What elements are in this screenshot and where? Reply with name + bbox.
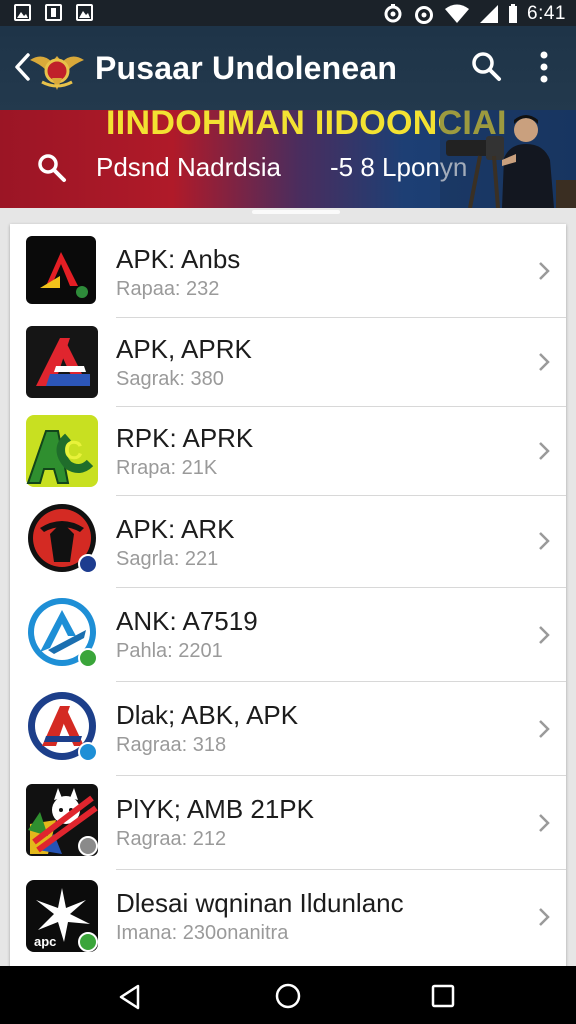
photographer-image bbox=[440, 110, 576, 208]
app-meta: Imana: 230onanitra bbox=[116, 922, 289, 944]
app-bar: Pusaar Undolenean bbox=[0, 26, 576, 110]
app-name: PlYK; AMB 21PK bbox=[116, 794, 314, 824]
status-bar: 6:41 bbox=[0, 0, 576, 26]
app-meta: Pahla: 2201 bbox=[116, 640, 223, 662]
image-notification-icon bbox=[14, 4, 31, 21]
chevron-right-icon bbox=[539, 908, 550, 926]
list-item[interactable]: apc Dlesai wqninan Ildunlanc Imana: 230o… bbox=[10, 870, 566, 968]
app-name: RPK: APRK bbox=[116, 423, 254, 453]
app-icon-ac-logo: C bbox=[26, 415, 98, 487]
app-meta: Sagrla: 221 bbox=[116, 548, 219, 570]
alarm-icon bbox=[415, 6, 434, 24]
signal-icon bbox=[480, 5, 499, 23]
nav-recents-icon[interactable] bbox=[430, 983, 456, 1009]
svg-text:apc: apc bbox=[34, 934, 56, 949]
app-icon-red-circle-logo bbox=[28, 504, 98, 574]
app-name: ANK: A7519 bbox=[116, 606, 258, 636]
app-meta: Sagrak: 380 bbox=[116, 368, 224, 390]
promo-banner[interactable]: IINDOHMAN IIDOONCIAI Pdsnd Nadrdsia -5 8… bbox=[0, 110, 576, 208]
app-icon-red-blue-a-logo bbox=[28, 692, 98, 762]
chevron-right-icon bbox=[539, 720, 550, 738]
app-meta: Rapaa: 232 bbox=[116, 278, 220, 300]
list-item[interactable]: APK, APRK Sagrak: 380 bbox=[10, 318, 566, 407]
battery-icon bbox=[509, 4, 518, 23]
notification-icons bbox=[14, 4, 93, 21]
system-navigation-bar bbox=[0, 966, 576, 1024]
list-item[interactable]: Dlak; ABK, APK Ragraa: 318 bbox=[10, 682, 566, 776]
chevron-right-icon bbox=[539, 532, 550, 550]
file-notification-icon bbox=[45, 4, 62, 21]
app-name: APK: Anbs bbox=[116, 244, 241, 274]
banner-search-text: Pdsnd Nadrdsia bbox=[96, 152, 281, 182]
app-name: Dlesai wqninan Ildunlanc bbox=[116, 888, 404, 918]
app-icon-blue-a-logo bbox=[28, 598, 98, 668]
app-title: Pusaar Undolenean bbox=[95, 50, 398, 86]
list-item[interactable]: ANK: A7519 Pahla: 2201 bbox=[10, 588, 566, 682]
drag-handle[interactable] bbox=[252, 210, 340, 214]
list-item[interactable]: APK: Anbs Rapaa: 232 bbox=[10, 224, 566, 318]
overflow-menu-icon[interactable] bbox=[534, 50, 554, 84]
app-meta: Ragraa: 212 bbox=[116, 828, 227, 850]
banner-search-icon bbox=[38, 154, 66, 182]
app-icon-triangle-logo bbox=[26, 236, 96, 304]
app-icon-red-a-logo bbox=[26, 326, 98, 398]
chevron-right-icon bbox=[539, 262, 550, 280]
app-icon-star-logo: apc bbox=[26, 880, 98, 952]
chevron-right-icon bbox=[539, 814, 550, 832]
app-meta: Ragraa: 318 bbox=[116, 734, 227, 756]
app-meta: Rrapa: 21K bbox=[116, 457, 218, 479]
search-icon[interactable] bbox=[470, 50, 502, 82]
chevron-right-icon bbox=[539, 353, 550, 371]
wifi-icon bbox=[445, 4, 470, 23]
eagle-emblem-logo bbox=[30, 56, 84, 90]
list-item[interactable]: PlYK; AMB 21PK Ragraa: 212 bbox=[10, 776, 566, 870]
list-item[interactable]: C RPK: APRK Rrapa: 21K bbox=[10, 407, 566, 496]
chevron-right-icon bbox=[539, 442, 550, 460]
app-icon-cat-logo bbox=[26, 784, 98, 856]
app-name: Dlak; ABK, APK bbox=[116, 700, 299, 730]
system-status: 6:41 bbox=[382, 3, 566, 25]
nav-home-icon[interactable] bbox=[274, 982, 302, 1010]
list-item[interactable]: APK: ARK Sagrla: 221 bbox=[10, 496, 566, 588]
sync-icon bbox=[384, 4, 402, 23]
app-name: APK: ARK bbox=[116, 514, 235, 544]
svg-text:C: C bbox=[64, 435, 83, 465]
chevron-right-icon bbox=[539, 626, 550, 644]
nav-back-icon[interactable] bbox=[116, 983, 144, 1011]
app-name: APK, APRK bbox=[116, 334, 252, 364]
app-list: APK: Anbs Rapaa: 232 APK, APRK Sagrak: 3… bbox=[10, 224, 566, 968]
gallery-notification-icon bbox=[76, 4, 93, 21]
status-time: 6:41 bbox=[527, 3, 566, 24]
